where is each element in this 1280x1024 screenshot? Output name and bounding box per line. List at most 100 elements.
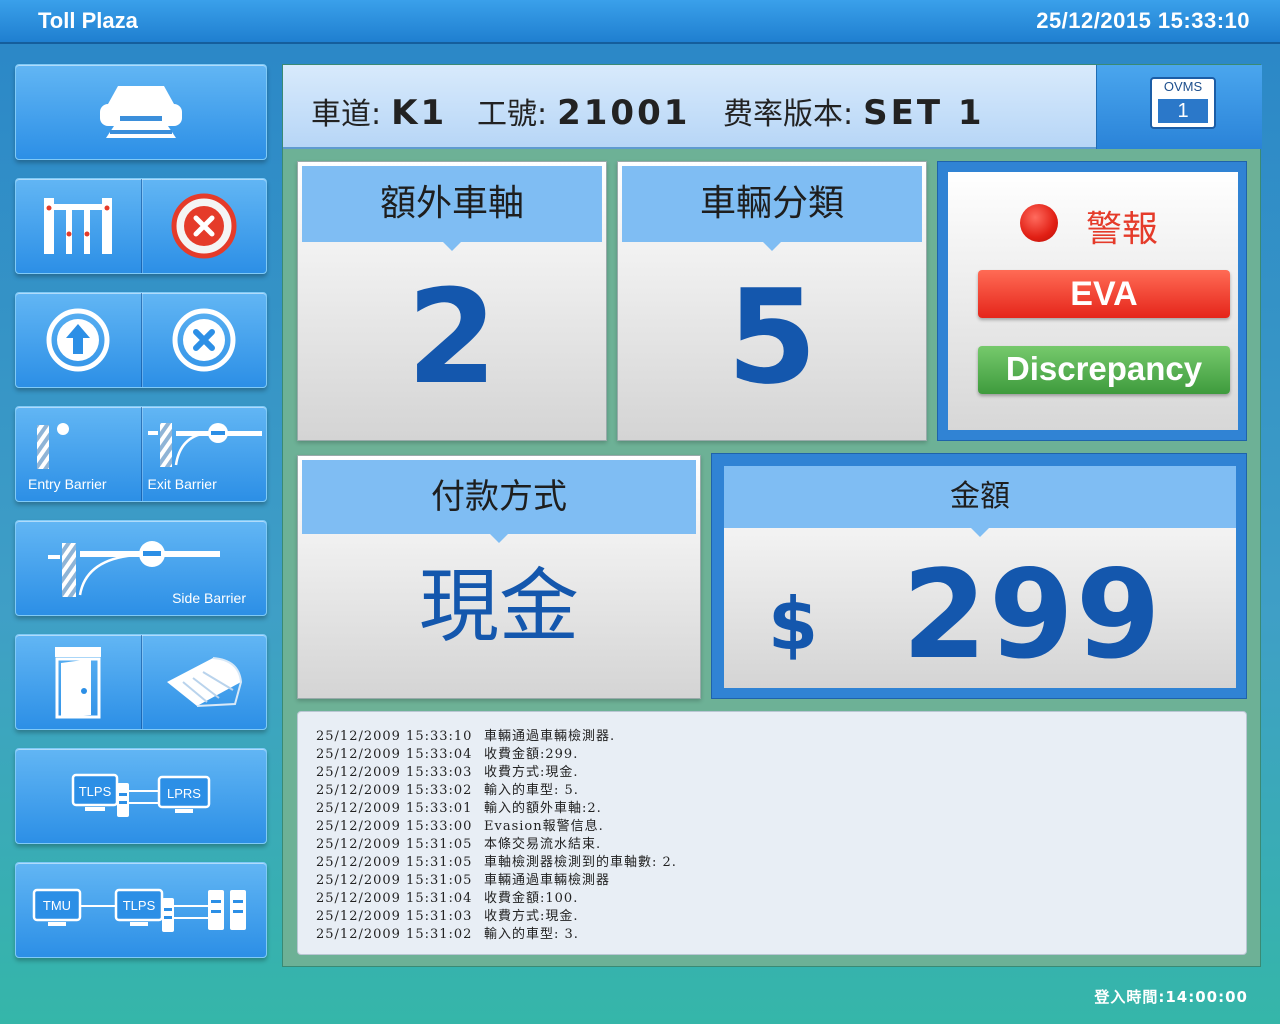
lane-info-bar: 車道: K1 工號: 21001 费率版本: SET 1 OVMS 1 [283,65,1262,149]
extra-axles-card[interactable]: 額外車軸 2 [297,161,607,441]
log-message: 收費金額:299. [484,747,579,762]
log-message: 輸入的車型: 3. [484,927,579,942]
side-barrier-button[interactable]: Side Barrier [15,520,267,616]
amount-card: 金額 $ 299 [724,466,1236,688]
print-button[interactable] [15,64,267,160]
log-timestamp: 25/12/2009 15:31:05 [316,873,473,888]
ovms-tag: OVMS 1 [1150,77,1216,129]
log-timestamp: 25/12/2009 15:33:10 [316,729,473,744]
event-log[interactable]: 25/12/2009 15:33:10 車輛通過車輛檢測器. 25/12/2009 … [297,711,1247,955]
booth-door-icon [55,647,102,719]
open-gate-button[interactable] [16,179,141,273]
log-message: 收費方式:現金. [484,765,579,780]
log-message: 本條交易流水結束. [484,837,602,852]
printer-icon [100,86,182,138]
app-title: Toll Plaza [38,8,138,33]
log-message: 收費方式:現金. [484,909,579,924]
lane-value: K1 [391,93,448,133]
log-entry: 25/12/2009 15:33:10 車輛通過車輛檢測器. [316,728,1228,746]
tlps-node-label: TLPS [123,898,156,913]
log-message: 輸入的額外車軸:2. [484,801,602,816]
extra-axles-title: 額外車軸 [302,166,602,251]
log-timestamp: 25/12/2009 15:31:02 [316,927,473,942]
log-entry: 25/12/2009 15:33:02 輸入的車型: 5. [316,782,1228,800]
currency-symbol: $ [768,582,819,666]
vehicle-class-value: 5 [726,261,818,413]
event-log-rows: 25/12/2009 15:33:10 車輛通過車輛檢測器. 25/12/2009 … [316,728,1228,944]
transaction-panel: 車道: K1 工號: 21001 费率版本: SET 1 OVMS 1 額外車軸 2 … [282,64,1262,967]
log-entry: 25/12/2009 15:31:05 車軸檢測器檢測到的車軸數: 2. [316,854,1228,872]
alarm-indicator-icon [1020,204,1058,242]
current-datetime: 25/12/2015 15:33:10 [1036,8,1250,33]
lane-label: 車道: [311,97,382,132]
network-tmu-tlps-icon: TMU TLPS [32,888,246,932]
log-entry: 25/12/2009 15:31:05 本條交易流水結束. [316,836,1228,854]
log-entry: 25/12/2009 15:31:04 收費金額:100. [316,890,1228,908]
network-status-tmu-tlps[interactable]: TMU TLPS [15,862,267,958]
staff-info: 工號: 21001 [477,89,690,133]
rate-info: 费率版本: SET 1 [723,89,985,133]
lane-info: 車道: K1 [311,89,447,133]
log-message: 車輛通過車輛檢測器 [484,873,611,888]
log-timestamp: 25/12/2009 15:33:01 [316,801,473,816]
log-timestamp: 25/12/2009 15:31:05 [316,855,473,870]
light-control-group [15,292,267,388]
raise-button[interactable] [16,293,141,387]
staff-value: 21001 [557,93,691,133]
log-timestamp: 25/12/2009 15:33:03 [316,765,473,780]
entry-barrier-label: Entry Barrier [28,476,107,492]
entry-barrier-button[interactable]: Entry Barrier [16,407,141,501]
log-timestamp: 25/12/2009 15:31:05 [316,837,473,852]
tmu-node-label: TMU [43,898,71,913]
alarm-inner: 警報 EVA Discrepancy [948,172,1238,430]
extra-axles-value: 2 [406,261,498,413]
payment-method-card[interactable]: 付款方式 現金 [297,455,701,699]
network-status-tlps-lprs[interactable]: TLPS LPRS [15,748,267,844]
ovms-value: 1 [1158,99,1208,123]
tlps-node-label: TLPS [79,784,112,799]
vehicle-class-card[interactable]: 車輛分類 5 [617,161,927,441]
log-entry: 25/12/2009 15:33:00 Evasion報警信息. [316,818,1228,836]
close-gate-button[interactable] [140,179,267,273]
lprs-node-label: LPRS [167,786,201,801]
vehicle-class-title: 車輛分類 [622,166,922,251]
cancel-red-icon [171,193,237,259]
title-bar: Toll Plaza 25/12/2015 15:33:10 [0,0,1280,44]
log-message: Evasion報警信息. [484,819,604,834]
log-entry: 25/12/2009 15:33:03 收費方式:現金. [316,764,1228,782]
side-barrier-label: Side Barrier [172,590,246,606]
discrepancy-button[interactable]: Discrepancy [978,346,1230,394]
entry-barrier-icon [37,423,69,469]
log-timestamp: 25/12/2009 15:31:03 [316,909,473,924]
log-entry: 25/12/2009 15:33:04 收費金額:299. [316,746,1228,764]
log-message: 車軸檢測器檢測到的車軸數: 2. [484,855,677,870]
log-timestamp: 25/12/2009 15:33:00 [316,819,473,834]
log-timestamp: 25/12/2009 15:33:02 [316,783,473,798]
log-entry: 25/12/2009 15:31:02 輸入的車型: 3. [316,926,1228,944]
exit-barrier-button[interactable]: Exit Barrier [140,407,267,501]
gate-icon [44,198,113,254]
rate-label: 费率版本: [723,97,854,132]
log-entry: 25/12/2009 15:31:03 收費方式:現金. [316,908,1228,926]
amount-value: 299 [902,544,1163,686]
rate-value: SET 1 [863,93,985,133]
log-message: 車輛通過車輛檢測器. [484,729,616,744]
barrier-control-group: Entry Barrier Exit Barrier [15,406,267,502]
booth-door-button[interactable] [16,635,141,729]
log-message: 收費金額:100. [484,891,579,906]
booth-control-group [15,634,267,730]
network-tlps-lprs-icon: TLPS LPRS [71,773,211,817]
login-time: 登入時間:14:00:00 [1094,988,1248,1006]
log-timestamp: 25/12/2009 15:33:04 [316,747,473,762]
cancel-button[interactable] [140,293,267,387]
exit-barrier-icon [147,423,262,467]
alarm-label: 警報 [1086,209,1159,250]
amount-panel: 金額 $ 299 [711,453,1247,699]
log-entry: 25/12/2009 15:33:01 輸入的額外車軸:2. [316,800,1228,818]
exit-barrier-label: Exit Barrier [147,476,217,492]
canopy-button[interactable] [140,635,267,729]
eva-alarm-button[interactable]: EVA [978,270,1230,318]
ovms-button[interactable]: OVMS 1 [1096,65,1262,149]
payment-method-value: 現金 [419,560,579,653]
log-message: 輸入的車型: 5. [484,783,579,798]
